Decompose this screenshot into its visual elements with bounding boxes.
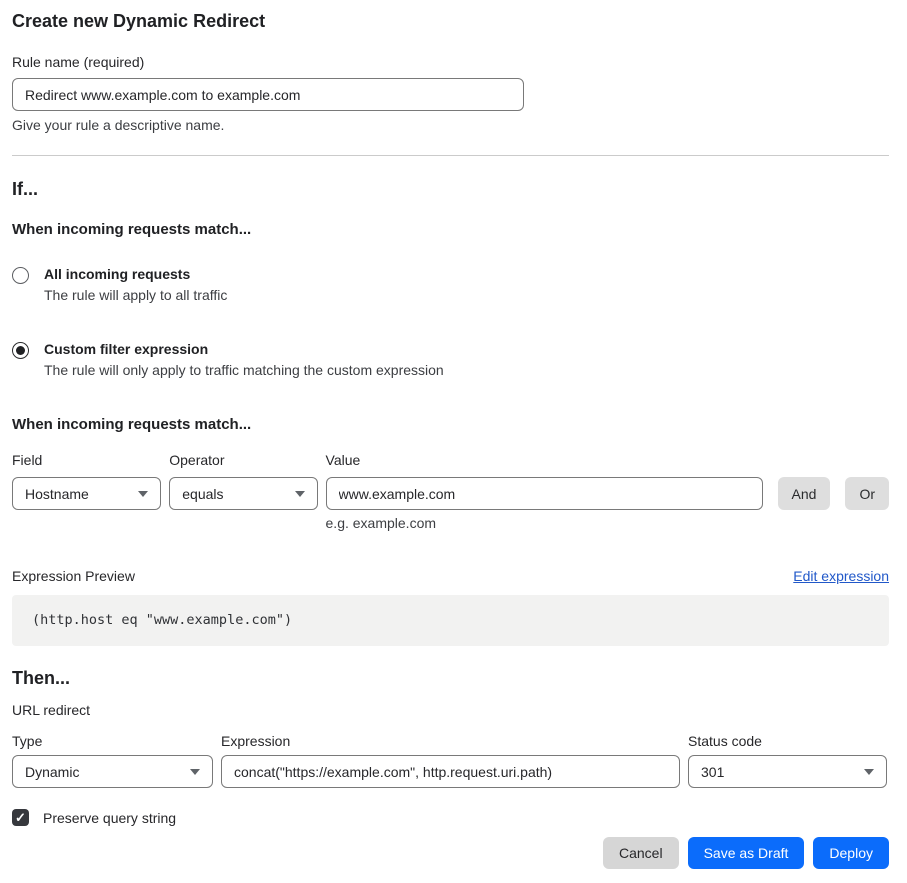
if-heading: If... [12, 179, 889, 199]
chevron-down-icon [138, 491, 148, 497]
request-match-radio-group: All incoming requests The rule will appl… [12, 266, 889, 378]
operator-select-value: equals [182, 486, 223, 502]
expression-preview-header: Expression Preview Edit expression [12, 568, 889, 584]
chevron-down-icon [864, 769, 874, 775]
radio-button-icon[interactable] [12, 267, 29, 284]
redirect-expression-label: Expression [221, 733, 680, 749]
radio-label: All incoming requests [44, 266, 227, 282]
rule-name-input[interactable] [12, 78, 524, 111]
type-label: Type [12, 733, 213, 749]
radio-label: Custom filter expression [44, 341, 444, 357]
expression-preview-code: (http.host eq "www.example.com") [12, 595, 889, 646]
operator-label: Operator [169, 452, 317, 468]
preserve-query-string-option[interactable]: ✓ Preserve query string [12, 809, 889, 826]
type-select-value: Dynamic [25, 764, 79, 780]
type-select[interactable]: Dynamic [12, 755, 213, 788]
field-label: Field [12, 452, 161, 468]
then-heading: Then... [12, 668, 889, 688]
status-code-select[interactable]: 301 [688, 755, 887, 788]
field-select-value: Hostname [25, 486, 89, 502]
value-input[interactable] [326, 477, 763, 510]
section-divider [12, 155, 889, 156]
operator-column: Operator equals [169, 452, 317, 510]
redirect-controls-row: Type Dynamic Expression Status code 301 [12, 733, 889, 788]
footer-actions: Cancel Save as Draft Deploy [12, 837, 889, 869]
or-button[interactable]: Or [845, 477, 889, 510]
value-column: Value e.g. example.com [326, 452, 763, 531]
page-title: Create new Dynamic Redirect [12, 10, 889, 32]
rule-name-label: Rule name (required) [12, 54, 889, 70]
field-select[interactable]: Hostname [12, 477, 161, 510]
radio-description: The rule will apply to all traffic [44, 287, 227, 303]
operator-select[interactable]: equals [169, 477, 317, 510]
expression-preview-label: Expression Preview [12, 568, 135, 584]
radio-button-icon[interactable] [12, 342, 29, 359]
and-button[interactable]: And [778, 477, 831, 510]
chevron-down-icon [190, 769, 200, 775]
value-helper: e.g. example.com [326, 515, 763, 531]
url-redirect-label: URL redirect [12, 702, 889, 718]
radio-description: The rule will only apply to traffic matc… [44, 362, 444, 378]
match-heading: When incoming requests match... [12, 221, 889, 238]
type-column: Type Dynamic [12, 733, 213, 788]
deploy-button[interactable]: Deploy [813, 837, 889, 869]
save-as-draft-button[interactable]: Save as Draft [688, 837, 805, 869]
field-column: Field Hostname [12, 452, 161, 510]
chevron-down-icon [295, 491, 305, 497]
filter-controls-row: Field Hostname Operator equals Value e.g… [12, 452, 889, 531]
redirect-expression-input[interactable] [221, 755, 680, 788]
radio-all-incoming-requests[interactable]: All incoming requests The rule will appl… [12, 266, 889, 303]
preserve-query-string-label: Preserve query string [43, 810, 176, 826]
value-label: Value [326, 452, 763, 468]
redirect-expression-column: Expression [221, 733, 680, 788]
edit-expression-link[interactable]: Edit expression [793, 568, 889, 584]
filter-heading: When incoming requests match... [12, 416, 889, 433]
status-code-select-value: 301 [701, 764, 724, 780]
radio-custom-filter-expression[interactable]: Custom filter expression The rule will o… [12, 341, 889, 378]
checkbox-checked-icon[interactable]: ✓ [12, 809, 29, 826]
cancel-button[interactable]: Cancel [603, 837, 679, 869]
status-code-column: Status code 301 [688, 733, 887, 788]
andor-buttons: And Or [778, 452, 889, 510]
create-dynamic-redirect-form: Create new Dynamic Redirect Rule name (r… [0, 0, 907, 883]
rule-name-helper: Give your rule a descriptive name. [12, 117, 889, 133]
status-code-label: Status code [688, 733, 887, 749]
